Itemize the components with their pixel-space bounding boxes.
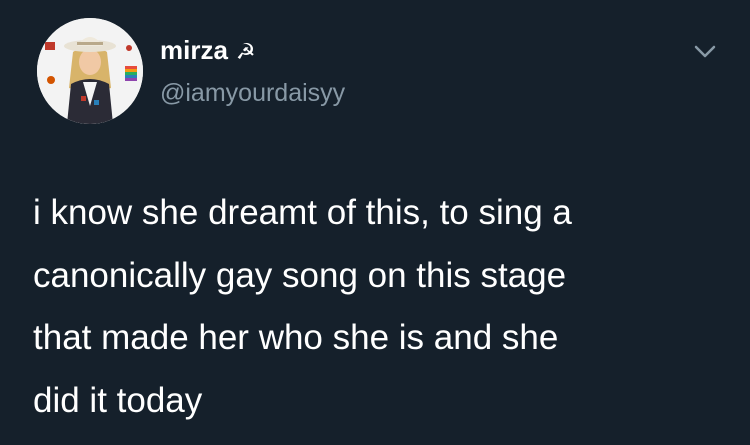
chevron-down-icon[interactable] (690, 40, 720, 64)
avatar[interactable] (37, 18, 143, 124)
tweet-text-line: did it today (33, 380, 203, 420)
tweet-text-line: that made her who she is and she (33, 318, 559, 357)
tweet: mirza ☭ @iamyourdaisyy i know she dreamt … (0, 0, 750, 445)
user-handle[interactable]: @iamyourdaisyy (160, 78, 345, 108)
avatar-photo (37, 18, 143, 124)
display-name-text: mirza (160, 35, 228, 65)
display-name[interactable]: mirza ☭ (160, 34, 256, 69)
hammer-and-sickle-icon: ☭ (235, 40, 256, 65)
tweet-text-line: i know she dreamt of this, to sing a (33, 193, 572, 232)
tweet-text: i know she dreamt of this, to sing a can… (33, 182, 723, 432)
tweet-text-line: canonically gay song on this stage (33, 255, 567, 295)
